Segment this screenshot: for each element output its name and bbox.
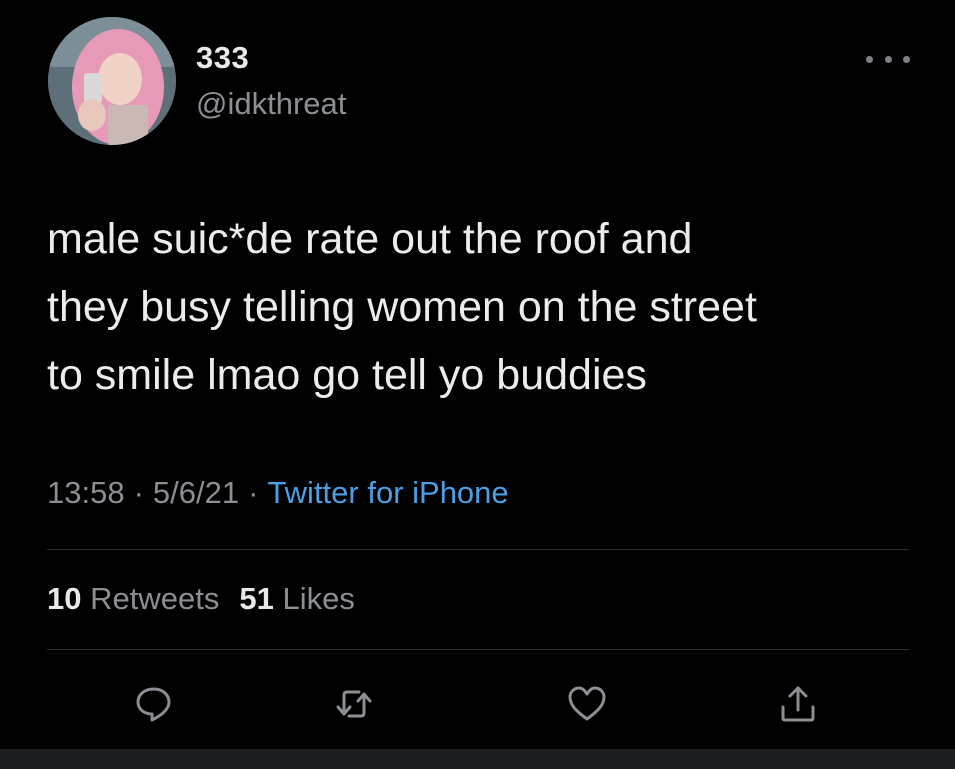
tweet-text-line: to smile lmao go tell yo buddies — [47, 351, 647, 399]
display-name[interactable]: 333 — [196, 40, 249, 76]
divider — [47, 649, 909, 650]
tweet-metadata: 13:58 · 5/6/21 · Twitter for iPhone — [47, 475, 509, 511]
more-dot-icon — [903, 55, 910, 63]
divider — [47, 549, 909, 550]
retweet-icon — [336, 690, 372, 718]
more-dot-icon — [884, 55, 892, 63]
like-icon — [568, 686, 606, 721]
likes-count: 51 — [239, 581, 274, 616]
retweet-button[interactable] — [332, 682, 376, 726]
tweet-date[interactable]: 5/6/21 — [153, 475, 239, 510]
tweet-text: male suic*de rate out the roof and they … — [47, 205, 917, 409]
tweet-time[interactable]: 13:58 — [47, 475, 125, 510]
tweet-text-line: male suic*de rate out the roof and — [47, 215, 693, 263]
retweets-stat[interactable]: 10 Retweets — [47, 581, 219, 616]
meta-separator: · — [248, 475, 259, 510]
more-options-button[interactable] — [866, 46, 910, 72]
like-button[interactable] — [565, 682, 609, 726]
reply-button[interactable] — [132, 682, 176, 726]
bottom-strip — [0, 749, 955, 769]
meta-separator: · — [133, 475, 144, 510]
tweet-detail: 333 @idkthreat male suic*de rate out the… — [0, 0, 955, 749]
avatar[interactable] — [48, 17, 176, 145]
retweets-count: 10 — [47, 581, 82, 616]
avatar-image — [48, 17, 176, 145]
tweet-stats: 10 Retweets 51 Likes — [47, 581, 355, 617]
share-icon — [781, 686, 815, 722]
more-dot-icon — [866, 55, 873, 63]
likes-stat[interactable]: 51 Likes — [239, 581, 354, 616]
reply-icon — [136, 687, 171, 722]
share-button[interactable] — [776, 682, 820, 726]
retweets-label: Retweets — [90, 581, 220, 616]
tweet-source-link[interactable]: Twitter for iPhone — [267, 475, 508, 510]
likes-label: Likes — [282, 581, 355, 616]
tweet-text-line: they busy telling women on the street — [47, 283, 757, 331]
user-handle[interactable]: @idkthreat — [196, 86, 346, 122]
